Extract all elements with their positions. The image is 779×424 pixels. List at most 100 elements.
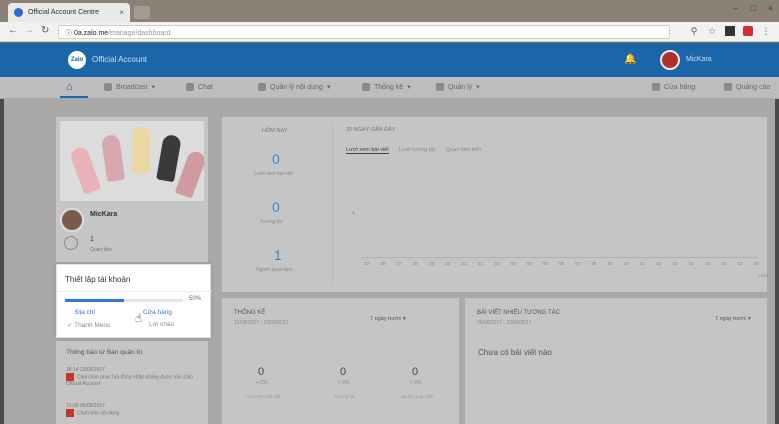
chart-x-tick: 16 [721, 261, 727, 266]
reload-icon[interactable]: ↻ [41, 25, 49, 36]
browser-tab[interactable]: Official Account Centre × [8, 3, 130, 22]
alert-icon [66, 409, 74, 417]
chart-x-tick: 18 [753, 261, 759, 266]
menu-item-stats[interactable]: Thống kê ▾ [362, 83, 411, 91]
home-active-indicator [60, 96, 88, 98]
chevron-down-icon: ▾ [747, 316, 751, 322]
menu-item-label: Quản lý [448, 83, 473, 91]
tab-title: Official Account Centre [28, 9, 100, 16]
setup-progress-fill [65, 299, 124, 302]
zoom-icon[interactable]: ⚲ [689, 26, 699, 36]
menu-item-chat[interactable]: Chat [186, 83, 213, 91]
zalo-favicon-icon [14, 8, 23, 17]
forward-arrow-icon[interactable]: → [24, 25, 34, 36]
menu-item-ads[interactable]: Quảng cáo [724, 83, 770, 91]
cover-image[interactable] [60, 121, 204, 201]
select-value: 7 ngày trước [370, 316, 402, 322]
summary-period-select[interactable]: 7 ngày trước ▾ [370, 316, 406, 322]
mic-image [68, 145, 102, 195]
select-value: 7 ngày trước [715, 316, 747, 322]
close-window-icon[interactable]: × [768, 3, 773, 13]
app-header: Zalo Official Account 🔔 MicKara [0, 43, 779, 77]
menu-item-label: Chat [198, 83, 213, 91]
menu-item-content[interactable]: Quản lý nội dung ▾ [258, 83, 330, 91]
mic-image [132, 127, 150, 173]
chart-x-tick: 09 [607, 261, 613, 266]
menu-item-broadcast[interactable]: Broadcast ▾ [104, 83, 155, 91]
chart-unit: Lượt [758, 273, 768, 278]
left-edge [0, 99, 4, 424]
summary-value: 0 [412, 366, 419, 378]
summary-date-range: 15/08/2017 - 22/08/2017 [234, 320, 289, 326]
home-icon[interactable]: ⌂ [66, 81, 73, 93]
tab-interactions[interactable]: Lượt tương tác [399, 147, 436, 154]
user-avatar[interactable] [660, 50, 680, 70]
greeting-link[interactable]: Lời chào [149, 321, 174, 328]
close-tab-icon[interactable]: × [119, 8, 124, 17]
pocket-extension-icon[interactable] [743, 26, 753, 36]
today-interactions-label: Tương tác [260, 219, 284, 225]
notifications-title: Thông báo từ Ban quản trị [66, 349, 142, 356]
store-link[interactable]: Cửa hàng [143, 309, 172, 316]
menu-item-manage[interactable]: Quản lý ▾ [436, 83, 480, 91]
app-name: Official Account [92, 55, 147, 64]
summary-pct: + 0% [410, 380, 422, 386]
bell-icon[interactable]: 🔔 [624, 54, 636, 65]
chart-x-tick: 13 [672, 261, 678, 266]
today-followers-value: 1 [274, 247, 282, 263]
username[interactable]: MicKara [686, 56, 712, 63]
menu-dots-icon[interactable]: ⋮ [761, 26, 771, 36]
page-name[interactable]: MicKara [90, 211, 117, 218]
store-icon [652, 83, 660, 91]
account-setup-card: Thiết lập tài khoản 50% Địa chỉ Cửa hàng… [56, 264, 212, 338]
chart-x-ticks: 20 26 27 28 29 30 31 01 02 03 04 05 06 07 08 09 10 11 12 13… [364, 261, 759, 266]
back-arrow-icon[interactable]: ← [8, 25, 18, 36]
summary-panel: THỐNG KÊ 15/08/2017 - 22/08/2017 7 ngày … [222, 298, 459, 424]
new-tab-button[interactable] [134, 6, 150, 19]
address-bar[interactable]: ⓘ 0a.zalo.me/manage/dashboard [58, 25, 670, 39]
chart-x-tick: 29 [429, 261, 435, 266]
today-views-label: Lượt xem bài viết [254, 171, 293, 177]
extension-icon[interactable] [725, 26, 735, 36]
menu-item-store[interactable]: Cửa hàng [652, 83, 695, 91]
chevron-down-icon: ▾ [326, 84, 331, 91]
chart-x-tick: 30 [445, 261, 451, 266]
chart-x-tick: 15 [704, 261, 710, 266]
chart-x-tick: 10 [624, 261, 630, 266]
chart-x-tick: 03 [510, 261, 516, 266]
notification-text: Cảnh báo phục hồi đồng nhập không được v… [66, 374, 193, 387]
broadcast-icon [104, 83, 112, 91]
page-avatar[interactable] [60, 208, 84, 232]
summary-label: Lượt xem bài viết [245, 394, 281, 399]
window-controls: – □ × [733, 3, 773, 13]
tab-new-followers[interactable]: Quan tâm mới [446, 147, 481, 154]
menu-setup-done: ✓ Thanh Menu [67, 321, 111, 329]
chevron-down-icon: ▾ [407, 84, 411, 91]
chart-tabs: Lượt xem bài viết Lượt tương tác Quan tâ… [346, 147, 481, 154]
chart-y-tick: 4 [352, 211, 355, 217]
browser-toolbar: ← → ↻ ⓘ 0a.zalo.me/manage/dashboard ⚲ ☆ … [0, 22, 779, 42]
notification-text: Cảnh báo nội dung [77, 410, 120, 417]
follower-count: 1 [90, 236, 94, 243]
url-host: 0a.zalo.me [73, 30, 109, 37]
browser-tabstrip: Official Account Centre × – □ × [0, 0, 779, 22]
chart-x-tick: 01 [477, 261, 483, 266]
top-posts-period-select[interactable]: 7 ngày trước ▾ [715, 316, 751, 322]
maximize-icon[interactable]: □ [750, 3, 755, 13]
minimize-icon[interactable]: – [733, 3, 738, 13]
address-link[interactable]: Địa chỉ [75, 309, 95, 316]
info-icon: ⓘ [65, 30, 74, 37]
right-edge [775, 99, 779, 424]
star-icon[interactable]: ☆ [707, 26, 717, 36]
chart-x-tick: 06 [559, 261, 565, 266]
notification-item[interactable]: 16:00 06/09/2017 Cảnh báo nội dung [66, 403, 196, 417]
today-followers-label: Người quan tâm [256, 267, 293, 273]
tab-views[interactable]: Lượt xem bài viết [346, 147, 389, 154]
admin-notifications: Thông báo từ Ban quản trị 18:14 23/09/20… [56, 341, 208, 424]
mic-image [174, 149, 204, 199]
menu-setup-label: Thanh Menu [74, 322, 111, 329]
chevron-down-icon: ▾ [476, 84, 480, 91]
notification-item[interactable]: 18:14 23/09/2017 Cảnh báo phục hồi đồng … [66, 367, 196, 387]
chart-x-tick: 27 [396, 261, 402, 266]
zalo-logo[interactable]: Zalo [68, 51, 86, 69]
